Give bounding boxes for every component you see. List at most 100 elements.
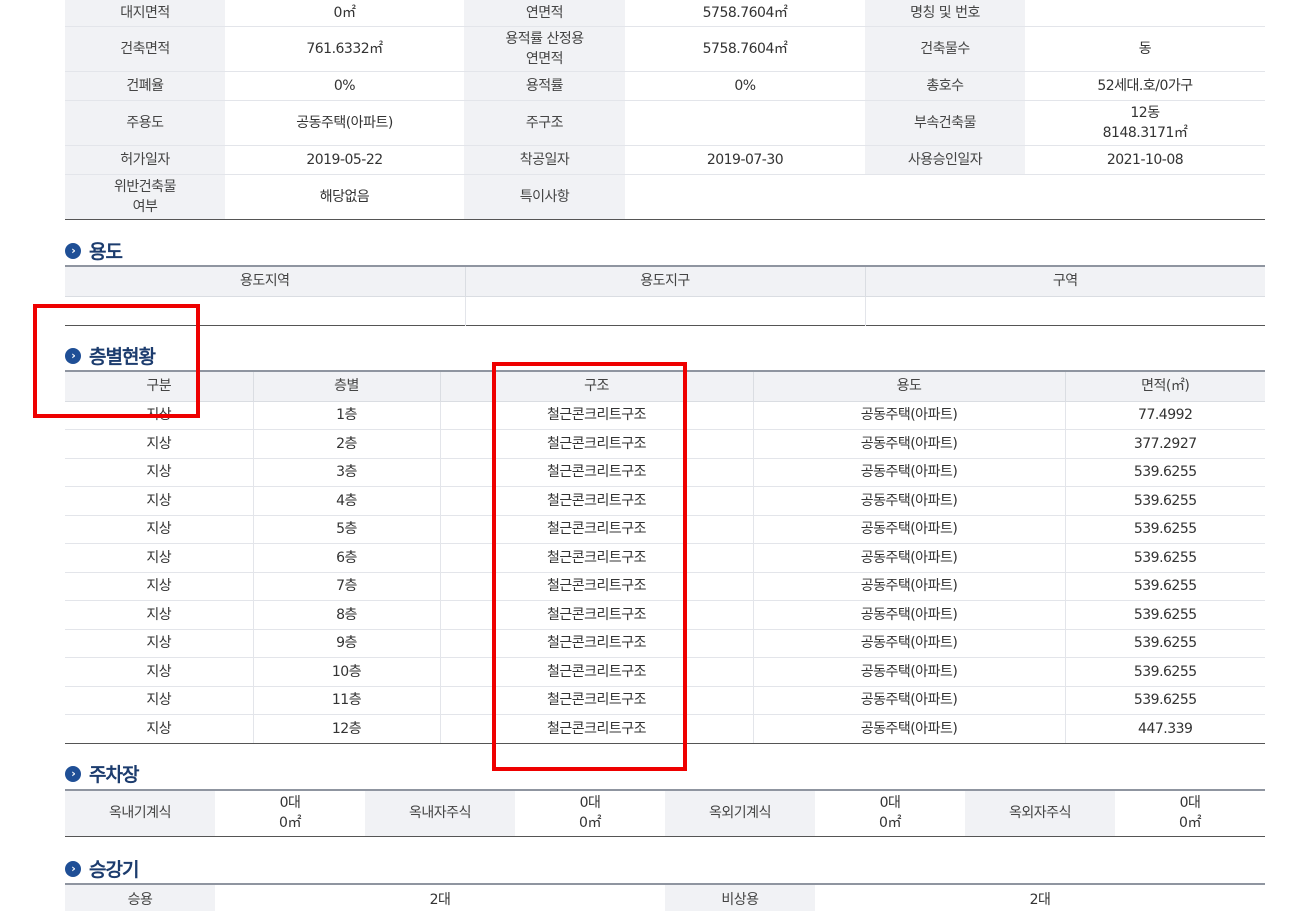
parking-section: 옥내기계식 0대 0㎡ 옥내자주식 0대 0㎡ 옥외기계식 0대 0㎡ 옥외자주식 0대 0㎡: [65, 789, 1265, 837]
parking-area: 0㎡: [879, 815, 901, 832]
summary-label: 부속건축물: [865, 100, 1025, 146]
parking-count: 0대: [879, 795, 901, 812]
floor-level-cell: 8층: [252, 600, 440, 630]
chevron-right-circle-icon: ›: [65, 765, 81, 782]
floor-level-cell: 4층: [252, 486, 440, 516]
parking-value: 0대 0㎡: [1115, 790, 1265, 836]
parking-count: 0대: [1179, 795, 1201, 812]
summary-value: 2021-10-08: [1025, 145, 1265, 175]
floor-structure-cell: 철근콘크리트구조: [439, 401, 753, 430]
floor-division-cell: 지상: [65, 600, 253, 630]
floor-division-cell: 지상: [65, 686, 253, 715]
floor-division-cell: 지상: [65, 515, 253, 544]
floor-use-cell: 공동주택(아파트): [752, 515, 1065, 544]
chevron-right-circle-icon: ›: [65, 242, 81, 259]
use-district-value: [464, 296, 865, 325]
floor-area-cell: 539.6255: [1064, 657, 1265, 687]
floor-area-cell: 539.6255: [1064, 486, 1265, 516]
parking-area: 0㎡: [1179, 815, 1201, 832]
summary-label: 위반건축물 여부: [65, 174, 225, 220]
parking-area: 0㎡: [579, 815, 601, 832]
floor-area-cell: 539.6255: [1064, 629, 1265, 658]
floor-level-cell: 7층: [252, 572, 440, 601]
floor-table: 구분 층별 구조 용도 면적(㎡) 지상 1층 철근콘크리트구조 공동주택(아파트) 77.49…: [65, 370, 1265, 744]
floor-use-cell: 공동주택(아파트): [752, 401, 1065, 430]
use-section-label: 용도: [89, 241, 123, 263]
floor-use-cell: 공동주택(아파트): [752, 429, 1065, 459]
floor-header-cell: 면적(㎡): [1064, 370, 1265, 402]
floor-use-cell: 공동주택(아파트): [752, 458, 1065, 487]
floor-use-cell: 공동주택(아파트): [752, 686, 1065, 715]
summary-row: 건폐율 0% 용적률 0% 총호수 52세대.호/0가구: [65, 71, 1265, 101]
floor-level-cell: 9층: [252, 629, 440, 658]
floor-area-cell: 539.6255: [1064, 458, 1265, 487]
summary-value: 공동주택(아파트): [225, 100, 464, 146]
elevator-section: 승용 2대 비상용 2대: [65, 883, 1265, 911]
summary-label: 대지면적: [65, 0, 225, 27]
chevron-right-circle-icon: ›: [65, 347, 81, 364]
parking-value: 0대 0㎡: [815, 790, 965, 836]
floor-level-cell: 1층: [252, 401, 440, 430]
summary-label: 특이사항: [464, 174, 625, 220]
summary-label: 주용도: [65, 100, 225, 146]
summary-label: 주구조: [464, 100, 625, 146]
floor-area-cell: 377.2927: [1064, 429, 1265, 459]
building-summary-table: 대지면적 0㎡ 연면적 5758.7604㎡ 명칭 및 번호 건축면적 761.6332㎡ 용…: [65, 0, 1265, 220]
parking-area: 0㎡: [279, 815, 301, 832]
floor-area-cell: 77.4992: [1064, 401, 1265, 430]
floor-structure-cell: 철근콘크리트구조: [439, 657, 753, 687]
use-zone-value: [65, 296, 465, 325]
summary-row: 대지면적 0㎡ 연면적 5758.7604㎡ 명칭 및 번호: [65, 0, 1265, 27]
floor-structure-cell: 철근콘크리트구조: [439, 629, 753, 658]
elevator-type-label: 비상용: [665, 884, 815, 911]
floor-level-cell: 2층: [252, 429, 440, 459]
elevator-type-label: 승용: [65, 884, 215, 911]
summary-value: [1025, 0, 1265, 27]
floor-division-cell: 지상: [65, 401, 253, 430]
floor-level-cell: 12층: [252, 714, 440, 744]
summary-label: 착공일자: [464, 145, 625, 175]
summary-value: [625, 100, 865, 146]
summary-row: 허가일자 2019-05-22 착공일자 2019-07-30 사용승인일자 2021-1…: [65, 145, 1265, 175]
use-zone-header: 용도지역: [65, 265, 465, 297]
floor-structure-cell: 철근콘크리트구조: [439, 515, 753, 544]
floor-structure-cell: 철근콘크리트구조: [439, 600, 753, 630]
elevator-section-title: › 승강기: [65, 855, 139, 882]
floor-header-cell: 구분: [65, 370, 253, 402]
summary-value: 5758.7604㎡: [625, 0, 865, 27]
floor-structure-cell: 철근콘크리트구조: [439, 486, 753, 516]
floor-division-cell: 지상: [65, 458, 253, 487]
summary-label: 명칭 및 번호: [865, 0, 1025, 27]
parking-table: 옥내기계식 0대 0㎡ 옥내자주식 0대 0㎡ 옥외기계식 0대 0㎡ 옥외자주식 0대 0㎡: [65, 789, 1265, 837]
floor-level-cell: 11층: [252, 686, 440, 715]
floor-use-cell: 공동주택(아파트): [752, 714, 1065, 744]
elevator-table: 승용 2대 비상용 2대: [65, 883, 1265, 911]
floor-structure-cell: 철근콘크리트구조: [439, 429, 753, 459]
summary-value: 52세대.호/0가구: [1025, 71, 1265, 101]
summary-label: 용적률: [464, 71, 625, 101]
summary-label: 총호수: [865, 71, 1025, 101]
floor-area-cell: 539.6255: [1064, 572, 1265, 601]
summary-value: 5758.7604㎡: [625, 26, 865, 72]
summary-value: [625, 174, 1265, 220]
parking-type-label: 옥내기계식: [65, 790, 215, 836]
floor-structure-cell: 철근콘크리트구조: [439, 686, 753, 715]
summary-label: 용적률 산정용 연면적: [464, 26, 625, 72]
summary-row: 위반건축물 여부 해당없음 특이사항: [65, 174, 1265, 220]
table-row: 지상 4층 철근콘크리트구조 공동주택(아파트) 539.6255: [65, 486, 1265, 516]
parking-value: 0대 0㎡: [515, 790, 665, 836]
summary-value: 동: [1025, 26, 1265, 72]
use-table: 용도지역 용도지구 구역: [65, 265, 1265, 326]
floor-header-cell: 구조: [439, 370, 753, 402]
use-section-title: › 용도: [65, 237, 123, 264]
floor-division-cell: 지상: [65, 486, 253, 516]
floor-section: 구분 층별 구조 용도 면적(㎡) 지상 1층 철근콘크리트구조 공동주택(아파트) 77.49…: [65, 370, 1265, 744]
parking-section-title: › 주차장: [65, 760, 139, 787]
summary-value: 0%: [225, 71, 464, 101]
use-section: 용도지역 용도지구 구역: [65, 265, 1265, 326]
parking-value: 0대 0㎡: [215, 790, 365, 836]
floor-section-title: › 층별현황: [65, 342, 156, 369]
parking-type-label: 옥외기계식: [665, 790, 815, 836]
floor-area-cell: 539.6255: [1064, 543, 1265, 573]
summary-value: 761.6332㎡: [225, 26, 464, 72]
